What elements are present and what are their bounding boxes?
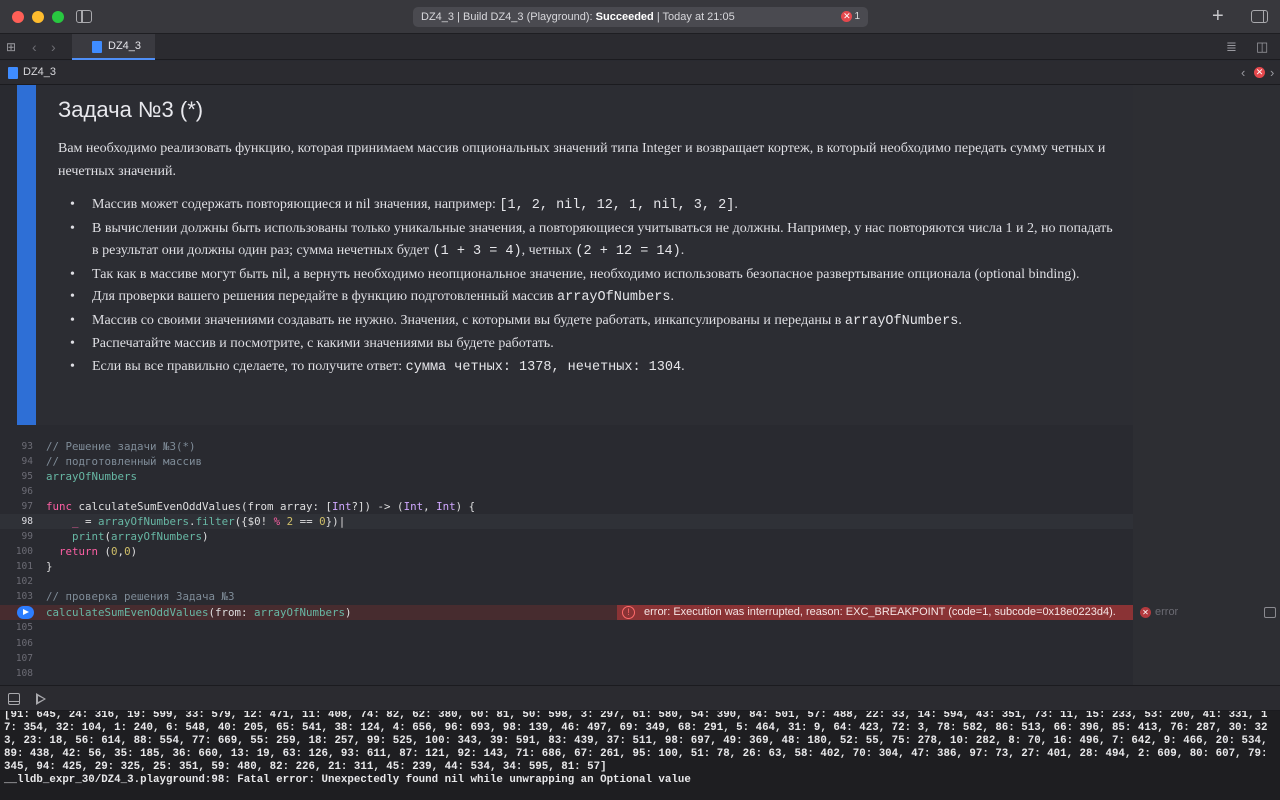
title-bar: DZ4_3 | Build DZ4_3 (Playground): Succee… [0, 0, 1280, 34]
code-comment: // проверка решения Задача №3 [46, 590, 235, 603]
zoom-window-button[interactable] [52, 11, 64, 23]
next-issue-icon[interactable]: › [1270, 65, 1274, 80]
previous-issue-icon[interactable]: ‹ [1241, 65, 1245, 80]
editor-options-icon[interactable]: ≣ [1226, 39, 1237, 55]
text-cursor: | [338, 515, 346, 528]
list-item: Массив со своими значениями создавать не… [70, 310, 1120, 334]
code-line-108[interactable]: 108 [0, 666, 1133, 681]
source-editor[interactable]: Задача №3 (*) Вам необходимо реализовать… [0, 85, 1280, 685]
plus-icon[interactable]: + [1212, 5, 1224, 27]
line-number: 108 [15, 668, 33, 679]
sidebar-left-icon[interactable] [76, 10, 92, 23]
run-playground-icon[interactable] [36, 693, 46, 705]
code-line-93[interactable]: 93 // Решение задачи №3(*) [0, 439, 1133, 454]
error-message: error: Execution was interrupted, reason… [644, 606, 1116, 618]
minimize-window-button[interactable] [32, 11, 44, 23]
code-line-107[interactable]: 107 [0, 651, 1133, 666]
back-icon[interactable]: ‹ [32, 38, 37, 56]
code-text: print(arrayOfNumbers) [72, 530, 209, 543]
line-number: 106 [15, 638, 33, 649]
line-number: 97 [21, 501, 33, 512]
list-item: Для проверки вашего решения передайте в … [70, 286, 1120, 310]
list-item: Если вы все правильно сделаете, то получ… [70, 356, 1120, 380]
code-line-106[interactable]: 106 [0, 636, 1133, 651]
task-title: Задача №3 (*) [58, 97, 204, 122]
requirements-list: Массив может содержать повторяющиеся и n… [70, 194, 1120, 379]
sidebar-right-icon[interactable] [1251, 10, 1268, 23]
line-number: 101 [15, 561, 33, 572]
code-line-98[interactable]: 98 _ = arrayOfNumbers.filter({$0! % 2 == … [0, 514, 1133, 529]
error-x-icon: ✕ [1140, 607, 1151, 618]
code-text: _ = arrayOfNumbers.filter({$0! % 2 == 0}… [72, 515, 346, 528]
list-item: Распечатайте массив и посмотрите, с каки… [70, 333, 1120, 356]
code-text: func calculateSumEvenOddValues(from arra… [46, 500, 476, 513]
error-tag-label: error [1155, 606, 1179, 618]
hide-debug-area-icon[interactable] [8, 693, 20, 705]
error-result-tag[interactable]: ✕ error [1140, 605, 1178, 620]
code-identifier: arrayOfNumbers [46, 470, 138, 483]
task-intro: Вам необходимо реализовать функцию, кото… [58, 141, 1106, 179]
line-number: 100 [15, 546, 33, 557]
line-number: 107 [15, 653, 33, 664]
split-editor-icon[interactable]: ◫ [1256, 39, 1268, 55]
debug-bar [0, 685, 1280, 711]
list-item: Массив может содержать повторяющиеся и n… [70, 194, 1120, 218]
markup-indicator-bar [17, 85, 36, 425]
close-window-button[interactable] [12, 11, 24, 23]
build-status-text: DZ4_3 | Build DZ4_3 (Playground): Succee… [421, 11, 735, 23]
line-number: 98 [21, 516, 33, 527]
activity-status[interactable]: DZ4_3 | Build DZ4_3 (Playground): Succee… [413, 7, 868, 27]
forward-icon[interactable]: › [51, 38, 56, 56]
code-comment: // подготовленный массив [46, 455, 203, 468]
playground-file-icon [8, 67, 18, 79]
xcode-window: DZ4_3 | Build DZ4_3 (Playground): Succee… [0, 0, 1280, 800]
line-number: 93 [21, 441, 33, 452]
code-line-100[interactable]: 100 return (0,0) [0, 544, 1133, 559]
grid-icon[interactable]: ⊞ [6, 41, 18, 53]
line-number: 102 [15, 576, 33, 587]
code-line-105[interactable]: 105 [0, 620, 1133, 635]
list-item: Так как в массиве могут быть nil, а верн… [70, 264, 1120, 287]
code-text: return (0,0) [59, 545, 138, 558]
playground-file-icon [92, 41, 102, 53]
line-number: 105 [15, 622, 33, 633]
line-number: 96 [21, 486, 33, 497]
x-circle-icon: ✕ [841, 11, 853, 22]
breadcrumb-file[interactable]: DZ4_3 [23, 66, 56, 78]
code-line-95[interactable]: 95 arrayOfNumbers [0, 469, 1133, 484]
jump-bar: DZ4_3 ‹ ✕ › [0, 61, 1280, 85]
line-number: 94 [21, 456, 33, 467]
error-indicator-icon[interactable]: ✕ [1254, 67, 1265, 78]
code-line-99[interactable]: 99 print(arrayOfNumbers) [0, 529, 1133, 544]
results-sidebar [1133, 85, 1280, 685]
code-line-102[interactable]: 102 [0, 574, 1133, 589]
error-circle-icon: ! [622, 606, 635, 619]
code-text: } [46, 560, 53, 573]
list-item: В вычислении должны быть использованы то… [70, 218, 1120, 264]
code-line-101[interactable]: 101} [0, 559, 1133, 574]
tab-label: DZ4_3 [108, 40, 142, 52]
error-annotation[interactable]: ! error: Execution was interrupted, reas… [617, 605, 1133, 620]
console-text: [91: 645, 24: 316, 19: 599, 33: 579, 12:… [4, 711, 1268, 786]
show-result-icon[interactable] [1264, 607, 1276, 618]
line-number: 99 [21, 531, 33, 542]
rendered-markup: Задача №3 (*) Вам необходимо реализовать… [36, 85, 1133, 425]
code-line-97[interactable]: 97 func calculateSumEvenOddValues(from ar… [0, 499, 1133, 514]
tab-bar: ⊞ ‹ › DZ4_3 ≣ ◫ [0, 34, 1280, 60]
line-number: 103 [15, 591, 33, 602]
tab-dz4-3[interactable]: DZ4_3 [72, 34, 155, 60]
code-comment: // Решение задачи №3(*) [46, 440, 196, 453]
code-line-94[interactable]: 94 // подготовленный массив [0, 454, 1133, 469]
console-output[interactable]: [91: 645, 24: 316, 19: 599, 33: 579, 12:… [0, 711, 1280, 800]
run-line-play-icon[interactable] [17, 606, 34, 619]
error-count-badge[interactable]: ✕ 1 [841, 11, 860, 23]
line-number: 95 [21, 471, 33, 482]
code-line-103[interactable]: 103 // проверка решения Задача №3 [0, 589, 1133, 604]
code-line-96[interactable]: 96 [0, 484, 1133, 499]
code-text: calculateSumEvenOddValues(from: arrayOfN… [46, 606, 352, 619]
